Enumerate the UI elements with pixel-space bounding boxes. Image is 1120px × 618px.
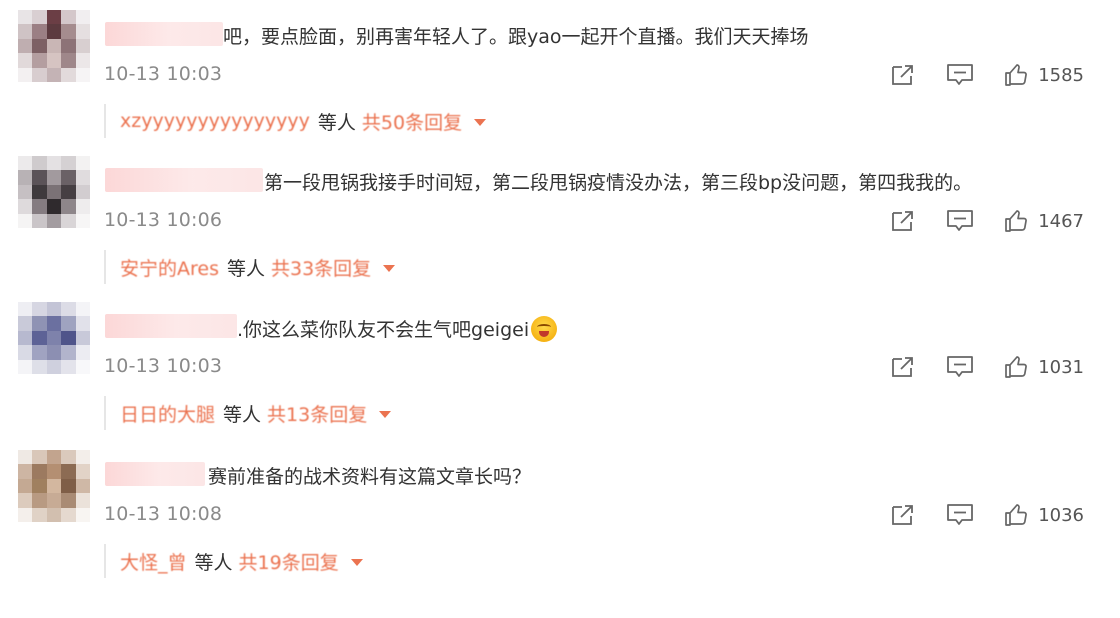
reply-separator-text: 等人 bbox=[223, 403, 262, 426]
comment-timestamp: 10-13 10:06 bbox=[104, 209, 223, 231]
comment-item: 吧，要点脸面，别再害年轻人了。跟yao一起开个直播。我们天天捧场 10-13 1… bbox=[0, 0, 1120, 146]
like-count: 1036 bbox=[1038, 504, 1084, 526]
thumbs-up-icon bbox=[1005, 64, 1028, 86]
comment-timestamp: 10-13 10:03 bbox=[104, 355, 223, 377]
like-button[interactable]: 1585 bbox=[1004, 63, 1084, 87]
comment-text: 吧，要点脸面，别再害年轻人了。跟yao一起开个直播。我们天天捧场 bbox=[223, 26, 809, 48]
comment-actions: 1467 bbox=[860, 206, 1084, 236]
like-button[interactable]: 1467 bbox=[1004, 209, 1084, 233]
reply-username[interactable]: xzyyyyyyyyyyyyyyy bbox=[120, 110, 310, 132]
caret-down-icon[interactable] bbox=[379, 410, 392, 418]
comment-button[interactable] bbox=[946, 63, 974, 87]
username-blurred[interactable] bbox=[105, 314, 237, 338]
comment-text-row: .你这么菜你队友不会生气吧geigei bbox=[237, 316, 558, 343]
share-icon bbox=[892, 357, 914, 377]
comment-timestamp: 10-13 10:03 bbox=[104, 63, 223, 85]
reply-summary[interactable]: 安宁的Ares 等人 共33条回复 bbox=[104, 250, 396, 284]
reply-count-link[interactable]: 共50条回复 bbox=[362, 108, 462, 135]
comment-button[interactable] bbox=[946, 503, 974, 527]
avatar[interactable] bbox=[18, 156, 90, 228]
username-blurred[interactable] bbox=[105, 168, 263, 192]
comment-icon bbox=[947, 504, 974, 525]
share-button[interactable] bbox=[890, 503, 916, 527]
avatar[interactable] bbox=[18, 450, 90, 522]
avatar[interactable] bbox=[18, 302, 90, 374]
like-count: 1585 bbox=[1038, 64, 1084, 86]
comment-item: 赛前准备的战术资料有这篇文章长吗？ 10-13 10:08 1036 大怪_曾 … bbox=[0, 440, 1120, 586]
share-button[interactable] bbox=[890, 355, 916, 379]
comment-actions: 1036 bbox=[860, 500, 1084, 530]
reply-separator-text: 等人 bbox=[194, 551, 233, 574]
share-button[interactable] bbox=[890, 63, 916, 87]
caret-down-icon[interactable] bbox=[383, 264, 396, 272]
username-blurred[interactable] bbox=[105, 462, 205, 486]
comment-timestamp: 10-13 10:08 bbox=[104, 503, 223, 525]
like-count: 1467 bbox=[1038, 210, 1084, 232]
like-button[interactable]: 1036 bbox=[1004, 503, 1084, 527]
like-button[interactable]: 1031 bbox=[1004, 355, 1084, 379]
comment-text: .你这么菜你队友不会生气吧geigei bbox=[237, 319, 530, 341]
share-icon bbox=[892, 211, 914, 231]
reply-count-link[interactable]: 共13条回复 bbox=[267, 400, 367, 427]
caret-down-icon[interactable] bbox=[350, 558, 363, 566]
comment-icon bbox=[947, 356, 974, 377]
comment-text: 赛前准备的战术资料有这篇文章长吗？ bbox=[208, 466, 532, 488]
reply-count-link[interactable]: 共33条回复 bbox=[271, 254, 371, 281]
share-button[interactable] bbox=[890, 209, 916, 233]
reply-summary[interactable]: xzyyyyyyyyyyyyyyy 等人 共50条回复 bbox=[104, 104, 487, 138]
comment-button[interactable] bbox=[946, 209, 974, 233]
thumbs-up-icon bbox=[1005, 504, 1028, 526]
grinning-emoji-icon bbox=[531, 316, 558, 342]
avatar[interactable] bbox=[18, 10, 90, 82]
comment-actions: 1031 bbox=[860, 352, 1084, 382]
reply-username[interactable]: 安宁的Ares bbox=[120, 254, 219, 281]
reply-separator-text: 等人 bbox=[317, 111, 356, 134]
share-icon bbox=[892, 65, 914, 85]
share-icon bbox=[892, 505, 914, 525]
comment-icon bbox=[947, 210, 974, 231]
comment-icon bbox=[947, 64, 974, 85]
reply-summary[interactable]: 大怪_曾 等人 共19条回复 bbox=[104, 544, 363, 578]
reply-count-link[interactable]: 共19条回复 bbox=[239, 548, 339, 575]
comment-item: 第一段甩锅我接手时间短，第二段甩锅疫情没办法，第三段bp没问题，第四我我的。 1… bbox=[0, 146, 1120, 292]
caret-down-icon[interactable] bbox=[474, 118, 487, 126]
like-count: 1031 bbox=[1038, 356, 1084, 378]
comment-item: .你这么菜你队友不会生气吧geigei 10-13 10:03 1031 日日的… bbox=[0, 292, 1120, 438]
thumbs-up-icon bbox=[1005, 210, 1028, 232]
thumbs-up-icon bbox=[1005, 356, 1028, 378]
reply-username[interactable]: 日日的大腿 bbox=[120, 400, 215, 427]
comment-button[interactable] bbox=[946, 355, 974, 379]
reply-username[interactable]: 大怪_曾 bbox=[120, 548, 187, 575]
username-blurred[interactable] bbox=[105, 22, 223, 46]
comment-actions: 1585 bbox=[860, 60, 1084, 90]
comment-text: 第一段甩锅我接手时间短，第二段甩锅疫情没办法，第三段bp没问题，第四我我的。 bbox=[264, 172, 973, 194]
reply-summary[interactable]: 日日的大腿 等人 共13条回复 bbox=[104, 396, 392, 430]
reply-separator-text: 等人 bbox=[226, 257, 265, 280]
